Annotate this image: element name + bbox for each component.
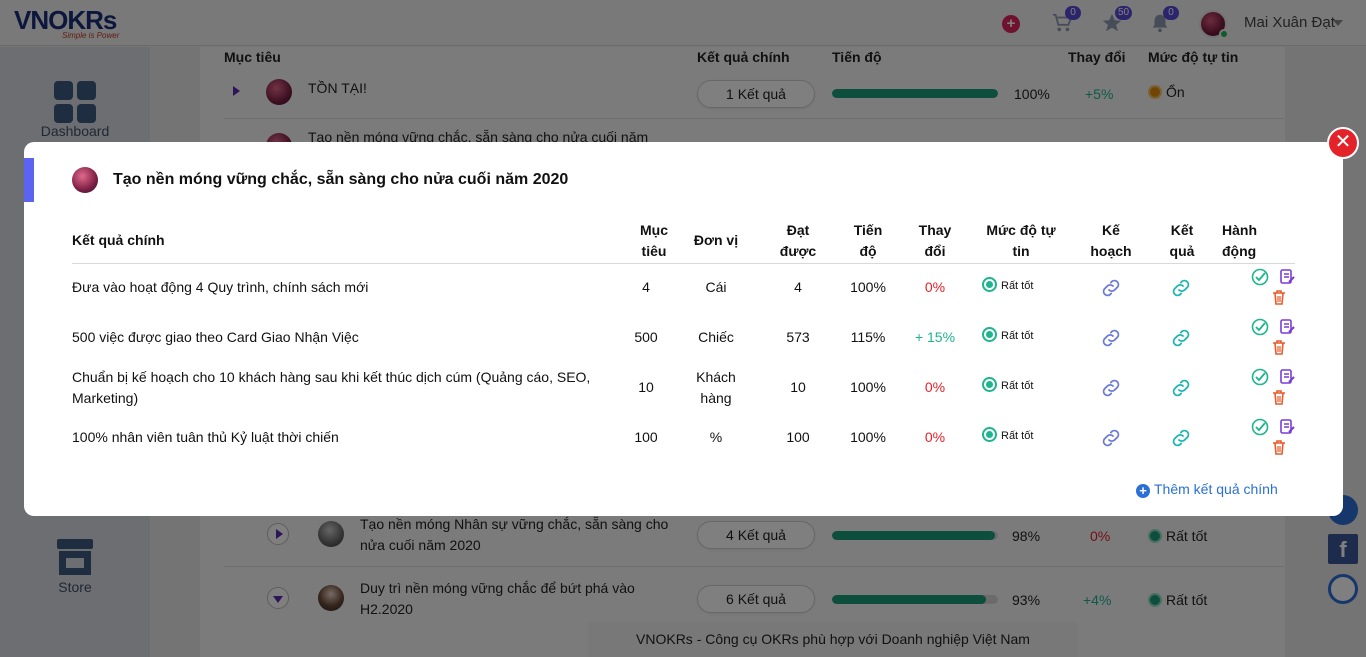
kr-title[interactable]: Đưa vào hoạt động 4 Quy trình, chính sác…: [72, 277, 612, 298]
kr-target: 500: [634, 329, 658, 345]
col-header-unit: Đơn vị: [693, 232, 739, 248]
kr-achieved: 10: [790, 379, 806, 395]
delete-icon[interactable]: [1270, 288, 1288, 306]
col-header-progress: Tiến độ: [853, 222, 883, 259]
approve-icon[interactable]: [1251, 368, 1269, 386]
result-link-icon[interactable]: [1169, 376, 1193, 400]
kr-change: 0%: [924, 429, 946, 445]
col-header-target: Mục tiêu: [640, 222, 668, 259]
confidence-label: Rất tốt: [1001, 280, 1034, 292]
delete-icon[interactable]: [1270, 338, 1288, 356]
plan-link-icon[interactable]: [1099, 276, 1123, 300]
delete-icon[interactable]: [1270, 438, 1288, 456]
avatar: [72, 167, 98, 193]
kr-title[interactable]: 500 việc được giao theo Card Giao Nhận V…: [72, 327, 612, 348]
kr-target: 100: [634, 429, 658, 445]
edit-icon[interactable]: [1278, 318, 1296, 336]
header-divider: [72, 263, 1295, 264]
kr-change: + 15%: [914, 329, 956, 345]
confidence-good-icon: [982, 377, 997, 392]
result-link-icon[interactable]: [1169, 426, 1193, 450]
key-results-modal: Tạo nền móng vững chắc, sẵn sàng cho nửa…: [24, 142, 1343, 516]
approve-icon[interactable]: [1251, 268, 1269, 286]
delete-icon[interactable]: [1270, 388, 1288, 406]
close-modal-button[interactable]: ✕: [1327, 127, 1359, 159]
add-key-result-label: Thêm kết quả chính: [1154, 481, 1278, 497]
add-circle-icon: +: [1136, 484, 1150, 498]
kr-unit: Khách hàng: [696, 369, 736, 406]
kr-progress: 115%: [850, 329, 886, 345]
confidence-label: Rất tốt: [1001, 380, 1034, 392]
confidence-good-icon: [982, 327, 997, 342]
kr-confidence: Rất tốt: [982, 427, 1033, 442]
kr-confidence: Rất tốt: [982, 327, 1033, 342]
kr-progress: 100%: [850, 279, 886, 295]
kr-confidence: Rất tốt: [982, 377, 1033, 392]
confidence-label: Rất tốt: [1001, 430, 1034, 442]
kr-confidence: Rất tốt: [982, 277, 1033, 292]
approve-icon[interactable]: [1251, 318, 1269, 336]
col-header-change: Thay đổi: [918, 222, 952, 259]
kr-unit: %: [709, 429, 723, 445]
kr-progress: 100%: [850, 379, 886, 395]
kr-change: 0%: [924, 379, 946, 395]
confidence-label: Rất tốt: [1001, 330, 1034, 342]
approve-icon[interactable]: [1251, 418, 1269, 436]
kr-achieved: 4: [794, 279, 802, 295]
edit-icon[interactable]: [1278, 368, 1296, 386]
edit-icon[interactable]: [1278, 418, 1296, 436]
plan-link-icon[interactable]: [1099, 426, 1123, 450]
confidence-good-icon: [982, 427, 997, 442]
kr-achieved: 100: [786, 429, 810, 445]
kr-change: 0%: [924, 279, 946, 295]
kr-target: 4: [642, 279, 650, 295]
confidence-good-icon: [982, 277, 997, 292]
plan-link-icon[interactable]: [1099, 326, 1123, 350]
kr-title[interactable]: Chuẩn bị kế hoạch cho 10 khách hàng sau …: [72, 367, 612, 409]
modal-accent-bar: [24, 158, 34, 202]
col-header-result: Kết quả: [1169, 222, 1195, 259]
kr-unit: Cái: [705, 279, 727, 295]
modal-title: Tạo nền móng vững chắc, sẵn sàng cho nửa…: [113, 171, 569, 188]
col-header-plan: Kế hoạch: [1090, 222, 1132, 259]
kr-unit: Chiếc: [698, 329, 734, 345]
kr-progress: 100%: [850, 429, 886, 445]
result-link-icon[interactable]: [1169, 326, 1193, 350]
col-header-kr: Kết quả chính: [72, 232, 165, 248]
col-header-confidence: Mức độ tự tin: [986, 222, 1056, 259]
plan-link-icon[interactable]: [1099, 376, 1123, 400]
result-link-icon[interactable]: [1169, 276, 1193, 300]
add-key-result-button[interactable]: + Thêm kết quả chính: [1136, 481, 1278, 498]
kr-achieved: 573: [786, 329, 810, 345]
kr-target: 10: [638, 379, 654, 395]
kr-title[interactable]: 100% nhân viên tuân thủ Kỷ luật thời chi…: [72, 427, 612, 448]
col-header-action: Hành động: [1222, 222, 1257, 259]
col-header-achieved: Đạt được: [779, 222, 817, 259]
edit-icon[interactable]: [1278, 268, 1296, 286]
